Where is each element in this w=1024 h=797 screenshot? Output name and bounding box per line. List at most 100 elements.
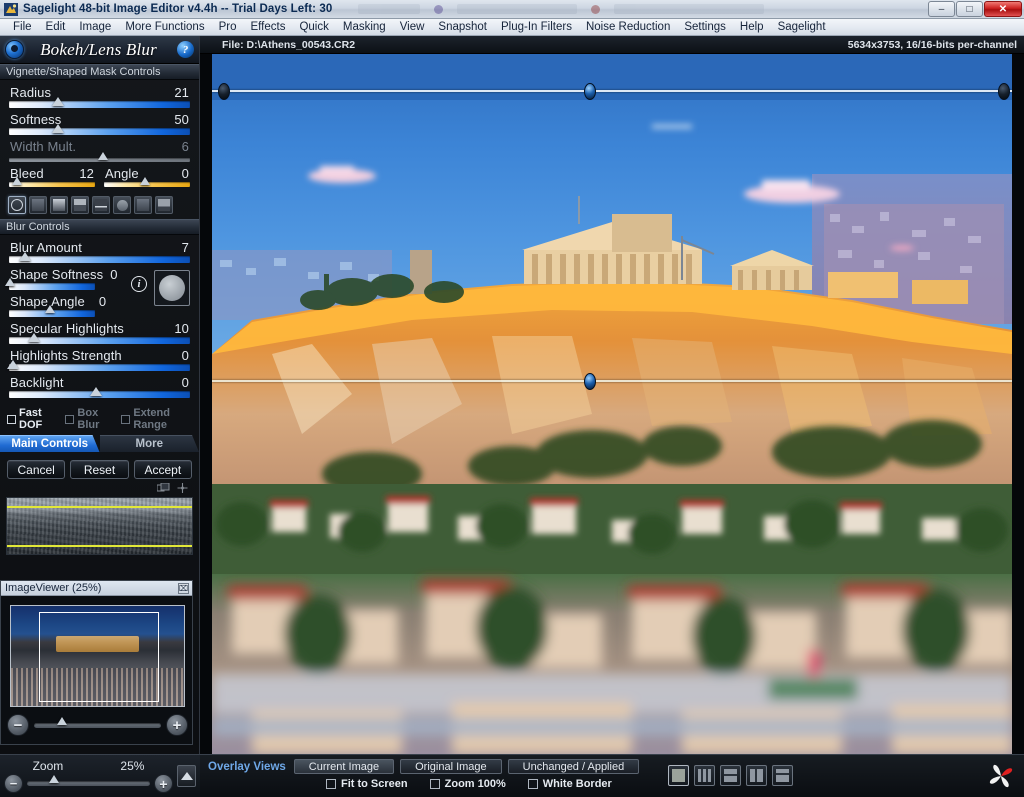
tab-original-image[interactable]: Original Image xyxy=(400,759,502,774)
checkbox-zoom-100[interactable]: Zoom 100% xyxy=(429,778,506,790)
guide-handle-top-right[interactable] xyxy=(998,83,1010,100)
layout-columns-button[interactable] xyxy=(694,765,715,786)
checkbox-fast-dof-box[interactable] xyxy=(7,414,16,424)
slider-bleed-track[interactable] xyxy=(9,177,95,187)
checkbox-fit-to-screen[interactable]: Fit to Screen xyxy=(326,778,408,790)
slider-width-mult[interactable]: Width Mult. 6 xyxy=(9,138,190,162)
photo-image[interactable] xyxy=(212,54,1012,754)
checkbox-fast-dof[interactable]: Fast DOF xyxy=(7,407,57,431)
image-viewer-selection-rect[interactable] xyxy=(39,612,159,702)
menu-item-image[interactable]: Image xyxy=(72,20,118,34)
slider-angle-track[interactable] xyxy=(104,177,190,187)
slider-blur-amount[interactable]: Blur Amount 7 xyxy=(9,239,190,263)
checkbox-extend-range[interactable]: Extend Range xyxy=(121,407,192,431)
slider-angle-handle[interactable] xyxy=(140,177,151,185)
menu-item-sagelight[interactable]: Sagelight xyxy=(771,20,833,34)
menu-item-help[interactable]: Help xyxy=(733,20,771,34)
zoom-track[interactable] xyxy=(27,775,150,786)
slider-highlights-strength-track[interactable] xyxy=(6,360,190,371)
slider-backlight[interactable]: Backlight 0 xyxy=(9,374,190,398)
slider-width-mult-handle[interactable] xyxy=(98,152,109,160)
slider-shape-angle-track[interactable] xyxy=(9,305,95,317)
maximize-button[interactable]: □ xyxy=(956,1,983,17)
mask-tool-icons[interactable] xyxy=(0,481,199,495)
slider-backlight-handle[interactable] xyxy=(89,387,102,396)
slider-specular-highlights[interactable]: Specular Highlights 10 xyxy=(9,320,190,344)
layout-top-row-button[interactable] xyxy=(772,765,793,786)
viewer-zoom-track[interactable] xyxy=(34,716,161,728)
slider-specular-highlights-track[interactable] xyxy=(9,333,190,344)
checkbox-zoom-100-box[interactable] xyxy=(429,779,440,789)
shape-line-button[interactable] xyxy=(155,196,173,214)
zoom-out-button[interactable]: − xyxy=(4,774,23,793)
slider-highlights-strength[interactable]: Highlights Strength 0 xyxy=(6,347,190,371)
slider-shape-angle[interactable]: Shape Angle 0 xyxy=(9,293,124,317)
menu-bar[interactable]: File Edit Image More Functions Pro Effec… xyxy=(0,19,1024,36)
slider-blur-amount-handle[interactable] xyxy=(19,252,32,261)
menu-item-quick[interactable]: Quick xyxy=(292,20,335,34)
checkbox-white-border[interactable]: White Border xyxy=(527,778,612,790)
image-viewer-zoom-controls[interactable]: − + xyxy=(7,712,188,738)
window-controls[interactable]: – □ ✕ xyxy=(927,1,1022,17)
zoom-handle[interactable] xyxy=(49,775,60,783)
slider-softness[interactable]: Softness 50 xyxy=(9,111,190,135)
copy-mask-icon[interactable] xyxy=(157,483,170,493)
slider-width-mult-track[interactable] xyxy=(9,152,190,162)
slider-backlight-track[interactable] xyxy=(9,387,190,398)
slider-radius-track[interactable] xyxy=(9,97,190,108)
slider-bleed-handle[interactable] xyxy=(11,177,22,185)
slider-bleed[interactable]: Bleed 12 xyxy=(9,165,95,190)
guide-handle-top-left[interactable] xyxy=(218,83,230,100)
viewer-zoom-out-button[interactable]: − xyxy=(7,714,29,736)
guide-handle-bottom-center[interactable] xyxy=(584,373,596,390)
menu-item-masking[interactable]: Masking xyxy=(336,20,393,34)
checkbox-box-blur[interactable]: Box Blur xyxy=(65,407,113,431)
cancel-button[interactable]: Cancel xyxy=(7,460,66,479)
shape-half-button[interactable] xyxy=(71,196,89,214)
layout-single-button[interactable] xyxy=(668,765,689,786)
mask-guide-line-bottom[interactable] xyxy=(212,373,1012,390)
menu-item-file[interactable]: File xyxy=(6,20,39,34)
menu-item-view[interactable]: View xyxy=(393,20,432,34)
slider-highlights-strength-handle[interactable] xyxy=(6,360,19,369)
shape-circle-button[interactable] xyxy=(113,196,131,214)
layout-two-col-button[interactable] xyxy=(746,765,767,786)
slider-shape-softness[interactable]: Shape Softness 0 xyxy=(4,266,124,290)
photo-canvas[interactable] xyxy=(212,54,1012,754)
checkbox-extend-range-box[interactable] xyxy=(121,414,131,424)
image-viewer-close-icon[interactable]: ⌧ xyxy=(178,582,189,594)
shape-gradient-button[interactable] xyxy=(50,196,68,214)
mask-guide-line-top[interactable] xyxy=(212,83,1012,100)
shape-square-button[interactable] xyxy=(29,196,47,214)
expand-icon[interactable] xyxy=(176,483,189,493)
slider-radius-handle[interactable] xyxy=(51,97,64,106)
slider-angle[interactable]: Angle 0 xyxy=(104,165,190,190)
help-icon[interactable]: ? xyxy=(177,41,194,58)
slider-shape-angle-handle[interactable] xyxy=(45,305,56,313)
viewer-zoom-in-button[interactable]: + xyxy=(166,714,188,736)
zoom-stepper-up-button[interactable] xyxy=(177,765,196,787)
checkbox-white-border-box[interactable] xyxy=(527,779,538,789)
menu-item-edit[interactable]: Edit xyxy=(39,20,73,34)
panel-action-buttons[interactable]: Cancel Reset Accept xyxy=(0,452,199,481)
tab-main-controls[interactable]: Main Controls xyxy=(0,435,100,452)
reset-button[interactable]: Reset xyxy=(70,460,129,479)
close-button[interactable]: ✕ xyxy=(984,1,1022,17)
menu-item-plug-in-filters[interactable]: Plug-In Filters xyxy=(494,20,579,34)
shape-square-soft-button[interactable] xyxy=(134,196,152,214)
tab-more[interactable]: More xyxy=(99,435,199,452)
menu-item-noise-reduction[interactable]: Noise Reduction xyxy=(579,20,677,34)
minimize-button[interactable]: – xyxy=(928,1,955,17)
slider-specular-highlights-handle[interactable] xyxy=(28,333,41,342)
menu-item-effects[interactable]: Effects xyxy=(244,20,293,34)
slider-blur-amount-track[interactable] xyxy=(9,252,190,263)
layout-buttons[interactable] xyxy=(668,765,793,786)
checkbox-box-blur-box[interactable] xyxy=(65,414,75,424)
layout-rows-button[interactable] xyxy=(720,765,741,786)
menu-item-pro[interactable]: Pro xyxy=(212,20,244,34)
menu-item-more-functions[interactable]: More Functions xyxy=(118,20,211,34)
mask-shape-buttons[interactable] xyxy=(0,192,199,219)
slider-softness-track[interactable] xyxy=(9,124,190,135)
tab-unchanged-applied[interactable]: Unchanged / Applied xyxy=(507,759,640,774)
panel-tabs[interactable]: Main Controls More xyxy=(0,435,199,452)
